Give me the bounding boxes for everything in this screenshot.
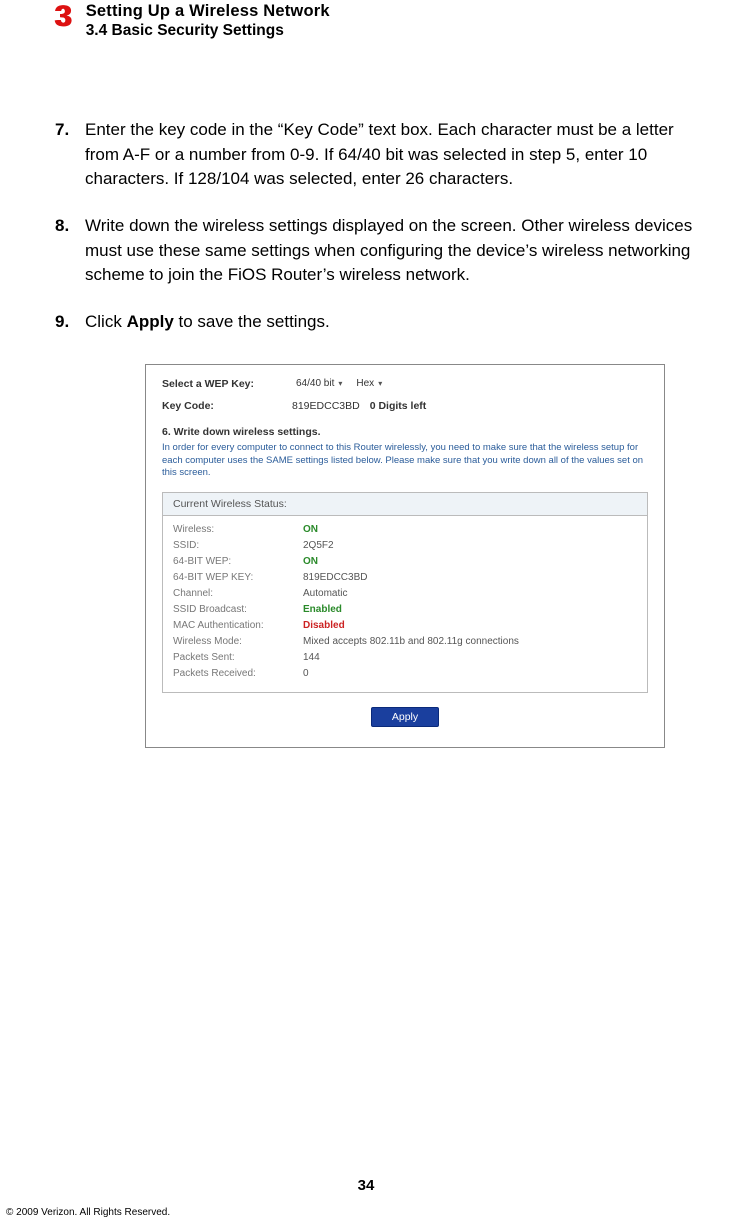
step-8: 8. Write down the wireless settings disp… [55,214,702,288]
wireless-status-table: Wireless:ONSSID:2Q5F264-BIT WEP:ON64-BIT… [163,516,647,692]
status-key: Wireless: [173,524,303,535]
status-row: SSID Broadcast:Enabled [173,602,637,618]
status-key: Packets Sent: [173,652,303,663]
chapter-title: Setting Up a Wireless Network [86,2,330,21]
step-text: Enter the key code in the “Key Code” tex… [85,118,702,192]
step-7: 7. Enter the key code in the “Key Code” … [55,118,702,192]
wep-key-format-dropdown[interactable]: Hex [352,377,386,390]
status-key: Wireless Mode: [173,636,303,647]
key-code-input[interactable]: 819EDCC3BD [292,400,360,412]
status-row: Wireless Mode:Mixed accepts 802.11b and … [173,634,637,650]
status-key: 64-BIT WEP KEY: [173,572,303,583]
status-value: 144 [303,652,320,663]
status-row: SSID:2Q5F2 [173,538,637,554]
status-value: ON [303,524,318,535]
status-key: 64-BIT WEP: [173,556,303,567]
wireless-status-box: Current Wireless Status: Wireless:ONSSID… [162,492,648,693]
wep-key-bits-dropdown[interactable]: 64/40 bit [292,377,346,390]
status-row: Channel:Automatic [173,586,637,602]
status-key: Channel: [173,588,303,599]
step-9: 9. Click Apply to save the settings. [55,310,702,335]
embedded-screenshot: Select a WEP Key: 64/40 bit Hex Key Code… [145,364,702,747]
page-number: 34 [0,1177,732,1194]
status-key: MAC Authentication: [173,620,303,631]
status-value: ON [303,556,318,567]
step-text: Write down the wireless settings display… [85,214,702,288]
step-text-bold: Apply [127,312,174,331]
status-key: Packets Received: [173,668,303,679]
step-text-after: to save the settings. [174,312,330,331]
apply-button[interactable]: Apply [371,707,439,727]
step-number: 7. [55,118,85,192]
digits-left: 0 Digits left [370,400,427,412]
key-code-row: Key Code: 819EDCC3BD 0 Digits left [162,400,648,412]
status-value: Disabled [303,620,345,631]
status-row: 64-BIT WEP KEY:819EDCC3BD [173,570,637,586]
status-key: SSID Broadcast: [173,604,303,615]
status-value: 0 [303,668,309,679]
status-row: MAC Authentication:Disabled [173,618,637,634]
status-row: Wireless:ON [173,522,637,538]
step-number: 8. [55,214,85,288]
status-row: Packets Sent:144 [173,650,637,666]
content-body: 7. Enter the key code in the “Key Code” … [55,118,702,748]
step-text: Click Apply to save the settings. [85,310,702,335]
page-header: 3 Setting Up a Wireless Network 3.4 Basi… [55,0,702,40]
wep-key-select-label: Select a WEP Key: [162,378,292,390]
wep-key-select-row: Select a WEP Key: 64/40 bit Hex [162,377,648,390]
chapter-number: 3 [55,2,72,32]
status-value: Enabled [303,604,342,615]
step-number: 9. [55,310,85,335]
key-code-label: Key Code: [162,400,292,412]
copyright: © 2009 Verizon. All Rights Reserved. [6,1207,170,1218]
status-value: 2Q5F2 [303,540,334,551]
section-title: 3.4 Basic Security Settings [86,22,330,40]
section-6-heading: 6. Write down wireless settings. [162,426,648,438]
step-text-before: Click [85,312,127,331]
status-row: 64-BIT WEP:ON [173,554,637,570]
wireless-status-heading: Current Wireless Status: [163,493,647,516]
section-6-note: In order for every computer to connect t… [162,442,648,479]
status-key: SSID: [173,540,303,551]
status-value: 819EDCC3BD [303,572,367,583]
status-row: Packets Received:0 [173,666,637,682]
status-value: Mixed accepts 802.11b and 802.11g connec… [303,636,519,647]
status-value: Automatic [303,588,347,599]
